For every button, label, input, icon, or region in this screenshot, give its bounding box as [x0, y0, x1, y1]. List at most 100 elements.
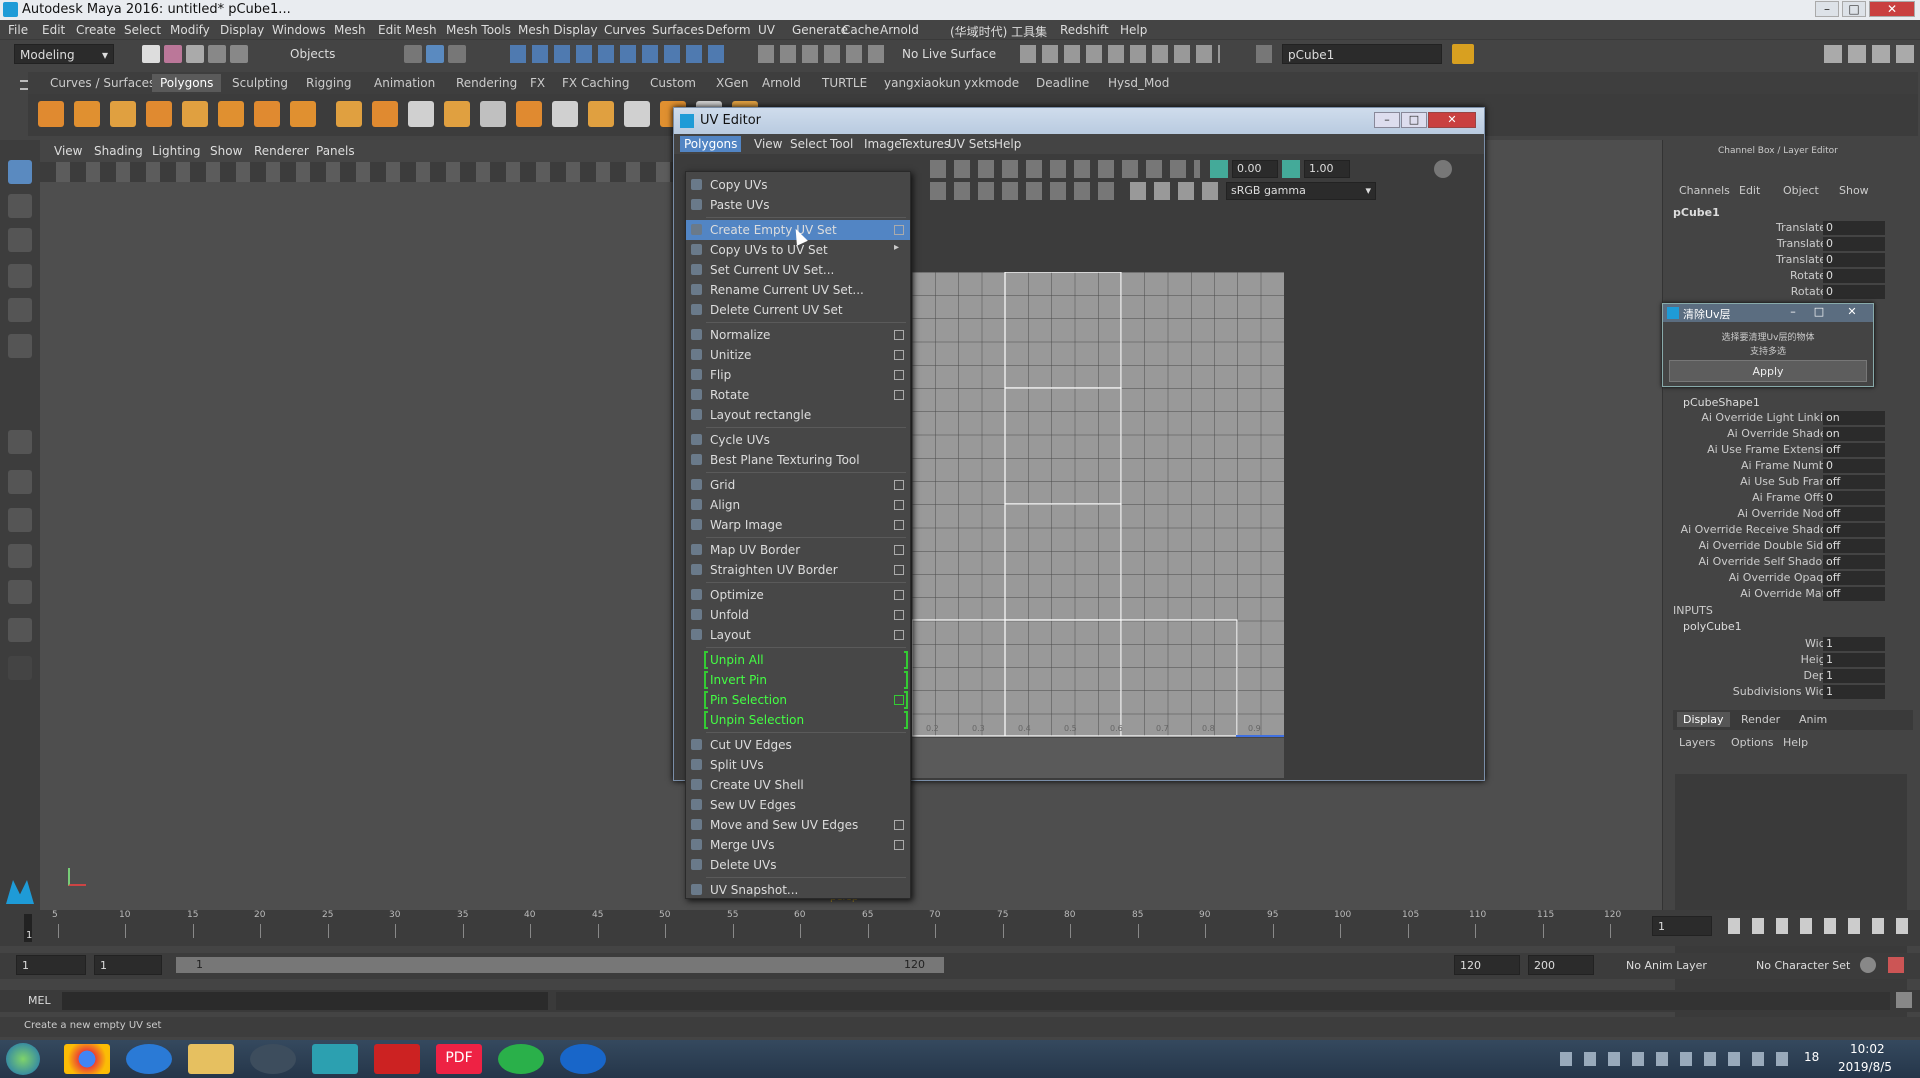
- menu-item-best-plane-texturing-tool[interactable]: Best Plane Texturing Tool: [686, 450, 910, 470]
- color-space-dropdown[interactable]: sRGB gamma ▾: [1226, 182, 1376, 200]
- menu-file[interactable]: File: [8, 23, 28, 37]
- menu-item-map-uv-border[interactable]: Map UV Border: [686, 540, 910, 560]
- shelf-plane-icon[interactable]: [182, 101, 208, 127]
- shape-attr-value[interactable]: on: [1823, 411, 1885, 425]
- shape-attr-row[interactable]: Ai Override Matte off: [1663, 586, 1913, 602]
- shelf-tab-xgen[interactable]: XGen: [708, 74, 757, 92]
- shelf-bridge-icon[interactable]: [516, 101, 542, 127]
- uv-display-icons[interactable]: [1130, 182, 1220, 200]
- range-end-field[interactable]: 120: [1454, 955, 1520, 975]
- menu-item-cycle-uvs[interactable]: Cycle UVs: [686, 430, 910, 450]
- shape-attr-value[interactable]: on: [1823, 427, 1885, 441]
- option-box-icon[interactable]: [894, 545, 904, 555]
- shelf-tab-rendering[interactable]: Rendering: [448, 74, 525, 92]
- menu-item-pin-selection[interactable]: Pin Selection: [686, 690, 910, 710]
- uv-minimize-button[interactable]: –: [1374, 112, 1400, 128]
- script-editor-icon[interactable]: [1896, 992, 1912, 1008]
- menu-surfaces[interactable]: Surfaces: [652, 23, 704, 37]
- menu-item-unfold[interactable]: Unfold: [686, 605, 910, 625]
- shelf-cone-icon[interactable]: [146, 101, 172, 127]
- range-start-field[interactable]: 1: [16, 955, 86, 975]
- shelf-tab-sculpting[interactable]: Sculpting: [224, 74, 296, 92]
- globe-app-icon[interactable]: [250, 1044, 296, 1074]
- layer-tab-render[interactable]: Render: [1735, 712, 1786, 727]
- clear-uv-minimize-button[interactable]: –: [1781, 305, 1805, 320]
- shelf-fill-icon[interactable]: [588, 101, 614, 127]
- menu-item-split-uvs[interactable]: Split UVs: [686, 755, 910, 775]
- menu-item-copy-uvs[interactable]: Copy UVs: [686, 175, 910, 195]
- menu-modify[interactable]: Modify: [170, 23, 210, 37]
- input-attr-value[interactable]: 1: [1823, 669, 1885, 683]
- select-hierarchy-icon[interactable]: [404, 45, 422, 63]
- transform-attr-value[interactable]: 0: [1823, 253, 1885, 267]
- menu-item-unpin-all[interactable]: Unpin All: [686, 650, 910, 670]
- input-attr-row[interactable]: Subdivisions Width 1: [1663, 684, 1913, 700]
- transform-attr-row[interactable]: Rotate X0: [1663, 268, 1913, 284]
- shelf-pipe-icon[interactable]: [290, 101, 316, 127]
- menu-item-sew-uv-edges[interactable]: Sew UV Edges: [686, 795, 910, 815]
- transform-attr-row[interactable]: Translate Y0: [1663, 236, 1913, 252]
- shelf-tab-hysd-mod[interactable]: Hysd_Mod: [1100, 74, 1177, 92]
- layout-more-icon[interactable]: [8, 656, 32, 680]
- menu-redshift[interactable]: Redshift: [1060, 23, 1109, 37]
- clear-uv-close-button[interactable]: ✕: [1837, 305, 1867, 320]
- uv-pin-icon[interactable]: [1434, 160, 1452, 178]
- viewport-menu-lighting[interactable]: Lighting: [152, 144, 201, 158]
- viewport-menu-show[interactable]: Show: [210, 144, 242, 158]
- uv-menu-textures[interactable]: Textures: [900, 137, 950, 151]
- menu-mesh-display[interactable]: Mesh Display: [518, 23, 598, 37]
- uv-menu-tool[interactable]: Tool: [830, 137, 853, 151]
- shelf-tab-yangxiaokun[interactable]: yangxiaokun: [876, 74, 969, 92]
- shape-attr-value[interactable]: 0: [1823, 491, 1885, 505]
- range-end2-field[interactable]: 200: [1528, 955, 1594, 975]
- input-line-icon[interactable]: [1256, 45, 1272, 63]
- menu-item-layout-rectangle[interactable]: Layout rectangle: [686, 405, 910, 425]
- anim-layer-dropdown[interactable]: No Anim Layer: [1626, 959, 1707, 972]
- shape-attr-row[interactable]: Ai Override Receive Shado... off: [1663, 522, 1913, 538]
- shelf-tab-deadline[interactable]: Deadline: [1028, 74, 1097, 92]
- menu-item-rename-current-uv-set[interactable]: Rename Current UV Set...: [686, 280, 910, 300]
- shelf-tab-custom[interactable]: Custom: [642, 74, 704, 92]
- transform-attr-value[interactable]: 0: [1823, 237, 1885, 251]
- clear-uv-apply-button[interactable]: Apply: [1669, 360, 1867, 382]
- object-name-field[interactable]: pCube1: [1282, 44, 1442, 64]
- uv-tool-icons-a[interactable]: [930, 160, 1200, 178]
- menu-create[interactable]: Create: [76, 23, 116, 37]
- menu-item-grid[interactable]: Grid: [686, 475, 910, 495]
- transform-attr-row[interactable]: Translate X0: [1663, 220, 1913, 236]
- shelf-tab-arnold[interactable]: Arnold: [754, 74, 809, 92]
- command-language-label[interactable]: MEL: [28, 994, 51, 1007]
- shelf-bevel-icon[interactable]: [480, 101, 506, 127]
- history-icons-group[interactable]: [758, 45, 888, 63]
- layout-two-icon[interactable]: [8, 508, 32, 532]
- shelf-extract-icon[interactable]: [408, 101, 434, 127]
- save-scene-icon[interactable]: [186, 45, 204, 63]
- channel-box-menu-show[interactable]: Show: [1839, 184, 1869, 197]
- channel-box-menu-object[interactable]: Object: [1783, 184, 1819, 197]
- shape-attr-row[interactable]: Ai Override Opaque off: [1663, 570, 1913, 586]
- shape-attr-row[interactable]: Ai Override Shaders on: [1663, 426, 1913, 442]
- explorer-app-icon[interactable]: [188, 1044, 234, 1074]
- uv-toggle-2-icon[interactable]: [1282, 160, 1300, 178]
- menu--[interactable]: (华域时代) 工具集: [950, 23, 1047, 40]
- shelf-tab-turtle[interactable]: TURTLE: [814, 74, 875, 92]
- transform-attr-row[interactable]: Rotate Y0: [1663, 284, 1913, 300]
- shape-attr-row[interactable]: Ai Use Frame Extension off: [1663, 442, 1913, 458]
- menu-help[interactable]: Help: [1120, 23, 1147, 37]
- uv-maximize-button[interactable]: □: [1401, 112, 1427, 128]
- minimize-button[interactable]: –: [1815, 1, 1839, 17]
- close-button[interactable]: ✕: [1869, 1, 1915, 17]
- menu-item-invert-pin[interactable]: Invert Pin: [686, 670, 910, 690]
- shelf-pyramid-icon[interactable]: [254, 101, 280, 127]
- menu-item-cut-uv-edges[interactable]: Cut UV Edges: [686, 735, 910, 755]
- uv-value-a-field[interactable]: 0.00: [1232, 160, 1278, 178]
- menu-item-normalize[interactable]: Normalize: [686, 325, 910, 345]
- layout-persp-icon[interactable]: [8, 618, 32, 642]
- objects-label[interactable]: Objects: [290, 47, 335, 61]
- rotate-tool-icon[interactable]: [8, 298, 32, 322]
- shape-attr-row[interactable]: Ai Use Sub Frame off: [1663, 474, 1913, 490]
- option-box-icon[interactable]: [894, 480, 904, 490]
- layer-tab-anim[interactable]: Anim: [1793, 712, 1833, 727]
- layout-graph-icon[interactable]: [8, 580, 32, 604]
- menu-item-rotate[interactable]: Rotate: [686, 385, 910, 405]
